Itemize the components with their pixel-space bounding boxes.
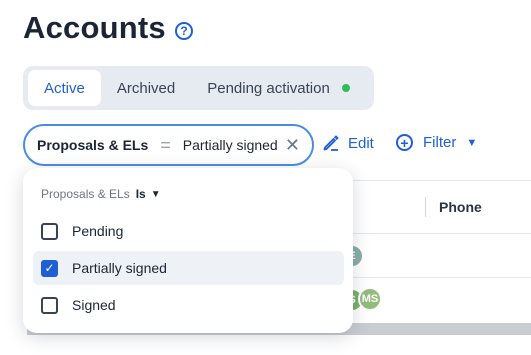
- avatar[interactable]: MS: [358, 287, 382, 311]
- tab-pending-activation-label: Pending activation: [207, 79, 330, 97]
- option-pending[interactable]: Pending: [33, 214, 344, 248]
- edit-label: Edit: [348, 134, 374, 152]
- option-signed[interactable]: Signed: [33, 288, 344, 322]
- filter-label: Filter: [423, 134, 457, 151]
- operator-select[interactable]: Is: [136, 187, 146, 201]
- filter-chip-field: Proposals & ELs: [37, 137, 149, 153]
- close-icon[interactable]: ✕: [285, 135, 300, 156]
- option-label: Signed: [72, 297, 116, 313]
- dropdown-header: Proposals & ELs Is ▼: [41, 187, 161, 201]
- tab-active[interactable]: Active: [28, 70, 101, 106]
- filter-chip-operator: =: [160, 134, 171, 155]
- checkbox[interactable]: [41, 296, 58, 314]
- option-label: Pending: [72, 223, 124, 239]
- page-title: Accounts: [23, 10, 166, 45]
- filter-chip-value: Partially signed: [182, 137, 278, 153]
- chevron-down-icon[interactable]: ▼: [151, 189, 161, 200]
- option-partially-signed[interactable]: ✓ Partially signed: [33, 251, 344, 285]
- chevron-down-icon: ▼: [466, 136, 478, 149]
- edit-button[interactable]: Edit: [322, 134, 374, 152]
- option-label: Partially signed: [72, 260, 167, 276]
- checkbox-checked[interactable]: ✓: [41, 259, 58, 277]
- tab-archived[interactable]: Archived: [101, 70, 191, 106]
- tab-pending-activation[interactable]: Pending activation: [191, 70, 366, 106]
- plus-circle-icon: +: [396, 134, 413, 151]
- column-separator: [425, 197, 426, 217]
- checkbox[interactable]: [41, 222, 58, 240]
- filter-chip[interactable]: Proposals & ELs = Partially signed ✕: [23, 124, 314, 166]
- help-icon[interactable]: ?: [175, 22, 193, 40]
- column-header-phone[interactable]: Phone: [439, 199, 482, 215]
- status-tabs: Active Archived Pending activation: [23, 66, 374, 110]
- pencil-icon: [323, 135, 339, 151]
- dropdown-field-label: Proposals & ELs: [41, 187, 130, 201]
- status-dot-icon: [341, 84, 350, 92]
- filter-button[interactable]: + Filter ▼: [396, 134, 477, 151]
- filter-dropdown: Proposals & ELs Is ▼ Pending ✓ Partially…: [23, 168, 353, 333]
